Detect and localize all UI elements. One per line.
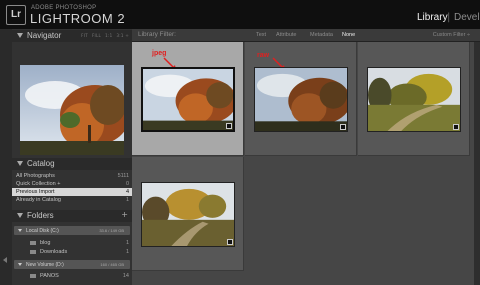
expand-triangle-icon [18,263,22,266]
folder-item-panos[interactable]: PANOS 14 [12,272,132,280]
expand-triangle-icon [17,33,23,38]
folder-icon [30,241,36,245]
folders-title: Folders [27,211,54,220]
folder-item-blog[interactable]: blog 1 [12,239,132,247]
grid-cell-path2[interactable] [132,157,244,271]
module-library[interactable]: Library [417,12,448,23]
expand-triangle-icon [17,161,23,166]
left-panel: Navigator FIT FILL 1:1 3:1 ÷ Catalog All Ph… [12,29,132,285]
grid-cell-path[interactable] [358,42,470,156]
expand-triangle-icon [18,229,22,232]
volume-new-volume[interactable]: New Volume (D:) 160 / 465 GB [14,260,130,269]
folder-item-downloads[interactable]: Downloads 1 [12,248,132,256]
filter-none[interactable]: None [342,32,355,38]
zoom-1-1[interactable]: 1:1 [105,33,112,38]
add-folder-icon[interactable]: + [121,210,128,219]
navigator-image [20,65,130,155]
folder-icon [30,250,36,254]
catalog-item-previous-import[interactable]: Previous Import 4 [12,188,132,196]
thumbnail-image[interactable] [254,67,348,132]
catalog-title: Catalog [27,159,55,168]
catalog-header[interactable]: Catalog [12,158,132,170]
grid-cell-jpeg[interactable]: jpeg [132,42,244,156]
badge-icon[interactable] [453,124,459,130]
catalog-item-quick-collection[interactable]: Quick Collection + 0 [12,180,132,188]
zoom-fit[interactable]: FIT [81,33,88,38]
left-panel-edge[interactable] [0,29,12,285]
badge-icon[interactable] [340,124,346,130]
filter-metadata[interactable]: Metadata [310,32,333,38]
thumbnail-grid: jpeg raw [132,42,474,285]
folder-icon [30,274,36,278]
grid-cell-raw[interactable]: raw [245,42,357,156]
catalog-item-all-photographs[interactable]: All Photographs 5111 [12,172,132,180]
annotation-raw: raw [257,52,270,59]
volume-local-disk[interactable]: Local Disk (C:) 33.6 / 149 GB [14,226,130,235]
grid-scrollbar[interactable] [474,42,480,285]
thumbnail-image[interactable] [367,67,461,132]
filter-title: Library Filter: [138,31,176,38]
lightroom-logo: Lr [6,5,26,25]
navigator-title: Navigator [27,31,62,40]
module-separator: | [447,12,451,23]
navigator-header[interactable]: Navigator FIT FILL 1:1 3:1 ÷ [12,30,132,42]
folders-header[interactable]: Folders + [12,210,132,222]
badge-icon[interactable] [226,123,232,129]
app-name: LIGHTROOM 2 [30,11,126,26]
custom-filter-dropdown[interactable]: Custom Filter ÷ [433,32,470,38]
navigator-preview[interactable] [20,65,130,155]
filter-text[interactable]: Text [256,32,266,38]
catalog-item-already-in-catalog[interactable]: Already in Catalog 1 [12,196,132,204]
zoom-fill[interactable]: FILL [92,33,101,38]
zoom-3-1[interactable]: 3:1 ÷ [116,33,129,38]
badge-icon[interactable] [227,239,233,245]
library-filter-bar: Library Filter: Text Attribute Metadata … [132,29,480,42]
collapse-left-icon[interactable] [3,257,7,263]
expand-triangle-icon [17,213,23,218]
module-develop[interactable]: Develo [454,12,480,23]
thumbnail-image[interactable] [141,67,235,132]
thumbnail-image[interactable] [141,182,235,247]
top-bar: Lr ADOBE PHOTOSHOP LIGHTROOM 2 Library |… [0,0,480,29]
filter-attribute[interactable]: Attribute [276,32,296,38]
zoom-options: FIT FILL 1:1 3:1 ÷ [77,33,129,38]
